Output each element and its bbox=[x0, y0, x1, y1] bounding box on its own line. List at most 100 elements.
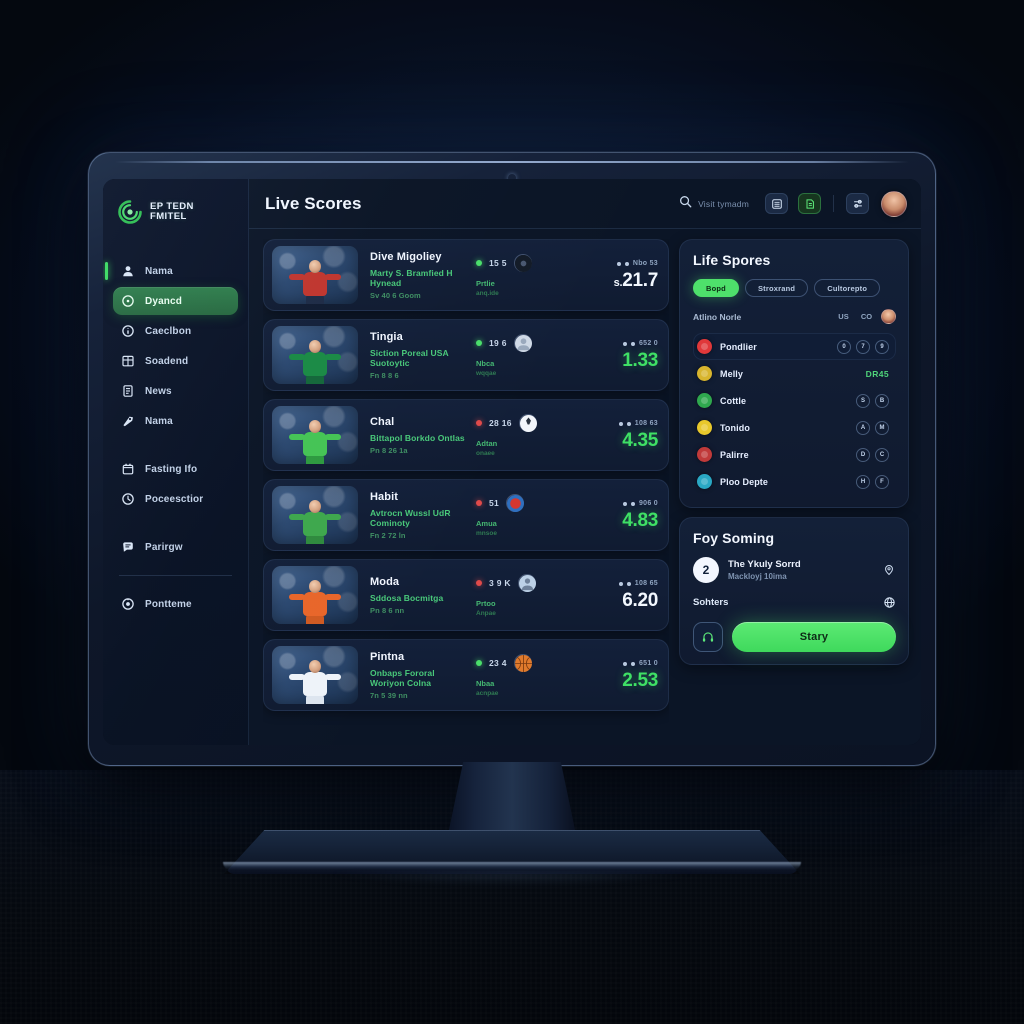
match-league-sub: onaee bbox=[476, 449, 495, 457]
info-icon bbox=[121, 324, 135, 338]
leaderboard-header-value-2: CO bbox=[860, 312, 873, 321]
sidebar-nav: Nama Dyancd Caeclbon Soadend News Nama Fasting… bbox=[105, 257, 238, 618]
cricket-badge bbox=[506, 493, 525, 512]
leaderboard-avatar bbox=[697, 447, 712, 462]
leaderboard-action-button[interactable]: A bbox=[856, 420, 870, 435]
leaderboard-name: Cottle bbox=[720, 395, 747, 406]
match-odds-area[interactable]: 108 65 6.20 bbox=[582, 580, 658, 610]
settings-icon bbox=[121, 597, 135, 611]
match-league: Nbaa acnpae bbox=[476, 679, 498, 697]
match-card[interactable]: Tingia Siction Poreal USA Suotoytic Fn 8 8… bbox=[263, 319, 669, 391]
match-league-label: Nbca bbox=[476, 358, 495, 368]
filter-chip-cultorepto[interactable]: Cultorepto bbox=[814, 279, 881, 297]
match-odds-prefix: s. bbox=[613, 277, 623, 289]
status-dot bbox=[476, 259, 482, 266]
list-icon-button[interactable] bbox=[765, 193, 788, 214]
sidebar-item-nama[interactable]: Nama bbox=[105, 257, 238, 285]
leaderboard-avatar bbox=[697, 420, 712, 435]
leaderboard-row[interactable]: Tonido A M bbox=[693, 414, 896, 441]
leaderboard-row[interactable]: Ploo Depte H F bbox=[693, 468, 896, 495]
leaderboard-header-row: Atlino Norle US CO bbox=[693, 309, 896, 324]
match-stats-top: 23 4 bbox=[476, 653, 532, 672]
session-option-row[interactable]: Sohters bbox=[693, 595, 896, 609]
match-stats: 19 6 Nbca wqqae bbox=[476, 333, 572, 377]
avatar[interactable] bbox=[881, 190, 907, 217]
sidebar-item-label: Pontteme bbox=[145, 598, 192, 610]
match-card[interactable]: Moda Sddosa Bocmitga Pn 8 6 nn 3 9 K Prtoo An… bbox=[263, 559, 669, 631]
filter-icon-button[interactable] bbox=[846, 193, 869, 214]
match-odds-area[interactable]: Nbo 53 s.21.7 bbox=[582, 260, 659, 290]
search-input[interactable]: Visit tymadm bbox=[679, 195, 749, 213]
leaderboard-action-button[interactable]: M bbox=[875, 420, 889, 435]
filter-chip-bopd[interactable]: Bopd bbox=[693, 279, 739, 297]
match-odds-area[interactable]: 651 0 2.53 bbox=[582, 660, 658, 690]
match-league: Amua mnsoe bbox=[476, 519, 497, 537]
headset-icon-button[interactable] bbox=[693, 622, 723, 652]
sidebar-item-soadend[interactable]: Soadend bbox=[113, 347, 238, 375]
sidebar-item-pontteme[interactable]: Pontteme bbox=[113, 590, 238, 618]
match-info: Moda Sddosa Bocmitga Pn 8 6 nn bbox=[368, 576, 466, 615]
sidebar-item-dyancd[interactable]: Dyancd bbox=[113, 287, 238, 315]
leaderboard-action-button[interactable]: B bbox=[875, 393, 889, 408]
leaderboard-score: DR45 bbox=[865, 368, 889, 379]
match-card[interactable]: Chal Bittapol Borkdo Ontlas Pn 8 26 1a 28 1… bbox=[263, 399, 669, 471]
sidebar-item-label: Caeclbon bbox=[145, 325, 192, 337]
match-odds-value: 4.83 bbox=[622, 510, 658, 531]
leaderboard-action-button[interactable]: 7 bbox=[856, 339, 870, 354]
leaderboard-row[interactable]: Cottle S B bbox=[693, 387, 896, 414]
location-pin-icon[interactable] bbox=[882, 563, 896, 577]
sidebar-item-fasting-ifo[interactable]: Fasting Ifo bbox=[113, 455, 238, 483]
match-card[interactable]: Habit Avtrocn Wussl UdR Cominoty Fn 2 72 l… bbox=[263, 479, 669, 551]
match-info: Tingia Siction Poreal USA Suotoytic Fn 8 8… bbox=[368, 331, 466, 380]
filter-chip-stroxrand[interactable]: Stroxrand bbox=[744, 279, 809, 297]
ball-badge bbox=[518, 413, 537, 432]
match-odds-meta: 108 63 bbox=[582, 420, 658, 427]
match-odds-tiny: 651 0 bbox=[638, 660, 658, 667]
leaderboard-header-value-1: US bbox=[838, 312, 849, 321]
sidebar-item-news[interactable]: News bbox=[113, 377, 238, 405]
match-odds-tiny: 906 0 bbox=[638, 500, 658, 507]
match-league-label: Amua bbox=[476, 518, 497, 528]
brand-line-2: FMITEL bbox=[150, 211, 187, 222]
match-subtitle: Onbaps Fororal Woriyon Colna bbox=[370, 667, 435, 688]
globe-icon[interactable] bbox=[882, 595, 896, 609]
match-odds-area[interactable]: 108 63 4.35 bbox=[582, 420, 658, 450]
leaderboard-action-button[interactable]: 0 bbox=[837, 339, 851, 354]
match-league: Prtlie anq.ide bbox=[476, 279, 499, 297]
export-icon-button[interactable] bbox=[798, 193, 821, 214]
sidebar-item-poceesctior[interactable]: Poceesctior bbox=[113, 485, 238, 513]
match-count: 3 9 K bbox=[489, 577, 511, 588]
match-meta: Pn 8 6 nn bbox=[370, 605, 405, 615]
leaderboard-action-button[interactable]: D bbox=[856, 447, 870, 462]
sidebar-item-label: Nama bbox=[145, 265, 173, 277]
session-item[interactable]: 2 The Ykuly Sorrd Mackloyj 10ima bbox=[693, 557, 896, 583]
match-league: Adtan onaee bbox=[476, 439, 497, 457]
brand-logo[interactable]: EP TEDN FMITEL bbox=[113, 195, 238, 225]
player-figure bbox=[289, 578, 341, 624]
leaderboard-action-button[interactable]: C bbox=[875, 447, 889, 462]
status-dot bbox=[476, 499, 482, 506]
leaderboard-action-button[interactable]: S bbox=[856, 393, 870, 408]
match-odds-area[interactable]: 652 0 1.33 bbox=[582, 340, 658, 370]
screenshot-scene: EP TEDN FMITEL Nama Dyancd Caeclbon Soadend… bbox=[0, 0, 1024, 1024]
leaderboard-row[interactable]: Pondlier 0 7 9 bbox=[693, 333, 896, 360]
start-button[interactable]: Stary bbox=[732, 622, 896, 652]
spiral-logo-icon bbox=[117, 199, 143, 225]
status-dot bbox=[476, 579, 482, 586]
match-card[interactable]: Dive Migoliey Marty S. Bramfied H Hynead S… bbox=[263, 239, 669, 311]
leaderboard-action-button[interactable]: H bbox=[856, 474, 870, 489]
sidebar-item-caeclbon[interactable]: Caeclbon bbox=[113, 317, 238, 345]
match-meta: Pn 8 26 1a bbox=[370, 445, 408, 455]
match-meta: Fn 2 72 ln bbox=[370, 530, 406, 540]
match-card[interactable]: Pintna Onbaps Fororal Woriyon Colna 7n 5 3… bbox=[263, 639, 669, 711]
leaderboard-row[interactable]: Melly DR45 bbox=[693, 360, 896, 387]
match-stats: 3 9 K Prtoo Anpae bbox=[476, 573, 572, 617]
leaderboard-action-button[interactable]: F bbox=[875, 474, 889, 489]
match-meta: 7n 5 39 nn bbox=[370, 690, 408, 700]
leaderboard-row[interactable]: Palirre D C bbox=[693, 441, 896, 468]
leaderboard-action-button[interactable]: 9 bbox=[875, 339, 889, 354]
match-odds-area[interactable]: 906 0 4.83 bbox=[582, 500, 658, 530]
sidebar-item-parirgw[interactable]: Parirgw bbox=[113, 533, 238, 561]
sidebar-item-nama[interactable]: Nama bbox=[113, 407, 238, 435]
session-text: The Ykuly Sorrd Mackloyj 10ima bbox=[728, 559, 873, 581]
